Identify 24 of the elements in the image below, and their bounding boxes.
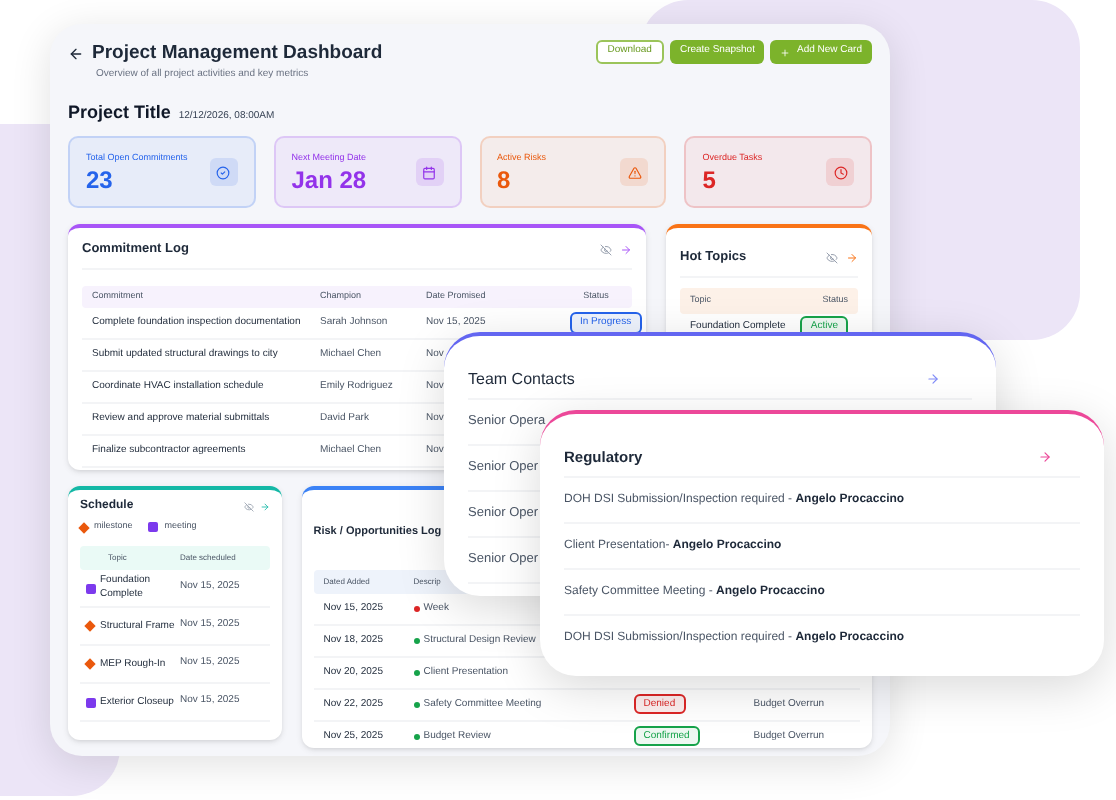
arrow-right-icon[interactable]	[1038, 450, 1052, 464]
stat-icon	[209, 158, 238, 187]
page-title: Project Management Dashboard	[92, 40, 383, 68]
hide-icon[interactable]	[600, 244, 612, 257]
square-icon	[85, 697, 95, 707]
arrow-right-icon[interactable]	[926, 372, 940, 386]
stat-icon	[415, 158, 443, 187]
stat-icon	[620, 158, 649, 187]
stat-icon	[826, 158, 854, 187]
stat-value: Jan 28	[291, 165, 367, 194]
arrow-right-icon[interactable]	[620, 244, 632, 257]
arrow-right-icon[interactable]	[846, 252, 858, 265]
plus-icon	[780, 47, 791, 57]
stat-value: 8	[497, 165, 513, 194]
stat-value: 5	[702, 165, 718, 194]
arrow-right-icon[interactable]	[259, 502, 270, 513]
stat-value: 23	[86, 165, 115, 194]
square-icon	[85, 583, 95, 593]
hide-icon[interactable]	[826, 252, 838, 265]
project-title: Project Title	[68, 99, 171, 126]
back-icon[interactable]	[68, 46, 84, 63]
square-icon	[148, 522, 159, 533]
card-title: Team Contacts	[468, 367, 575, 391]
hide-icon[interactable]	[243, 502, 254, 513]
